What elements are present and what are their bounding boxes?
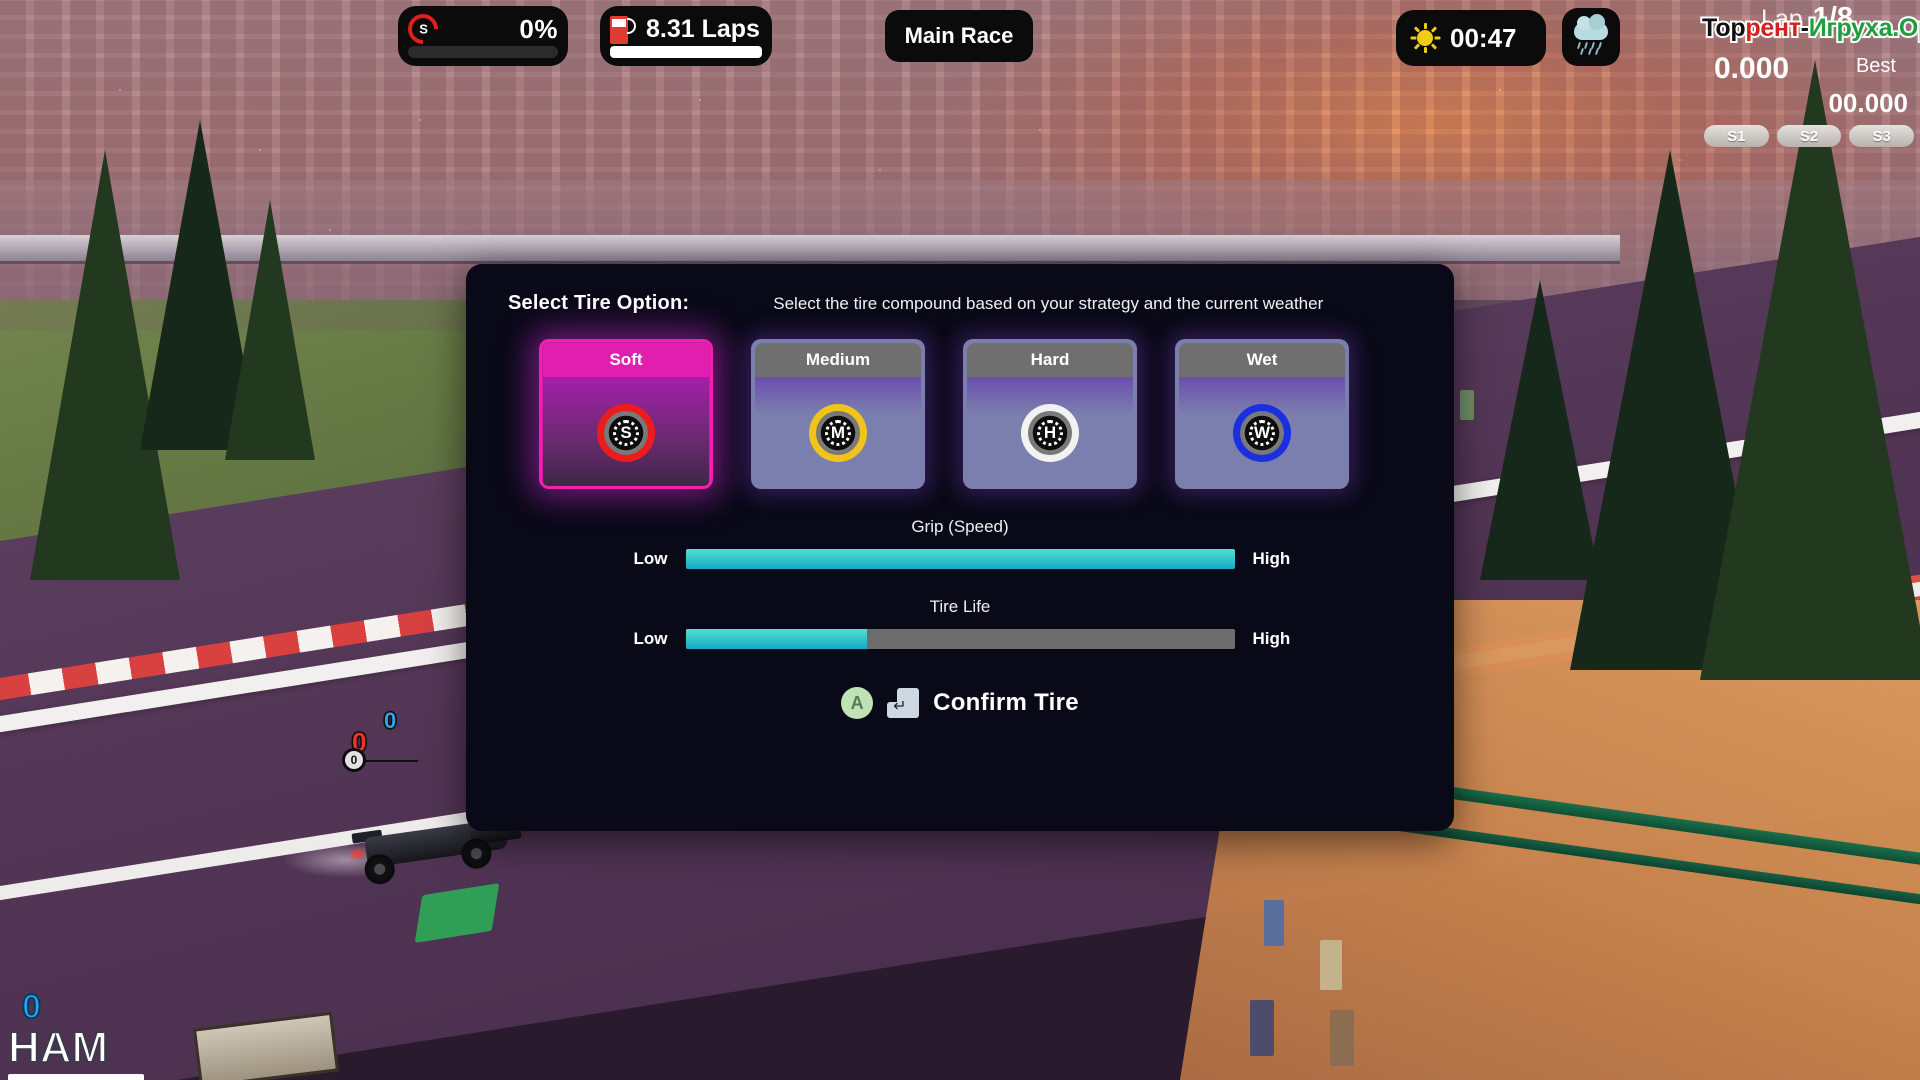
dialog-subtitle: Select the tire compound based on your s… — [773, 294, 1324, 313]
fuel-pump-icon — [610, 14, 636, 44]
crowd-person — [1264, 900, 1284, 946]
tire-compound-letter: M — [825, 420, 851, 446]
car-tail-light — [347, 845, 368, 863]
driver-position: 0 — [21, 988, 42, 1026]
tire-option-medium[interactable]: Medium M — [751, 339, 925, 489]
grip-gauge-fill — [685, 549, 1235, 569]
track-marker-line — [362, 760, 418, 762]
driver-tag: 0 HAM — [7, 988, 144, 1080]
track-marker-blue: 0 — [382, 707, 397, 735]
confirm-tire-button[interactable]: A ↵ Confirm Tire — [466, 687, 1454, 719]
driver-bar — [8, 1074, 144, 1080]
tire-option-hard[interactable]: Hard H — [963, 339, 1137, 489]
tire-life-gauge: Tire Life Low High — [466, 597, 1454, 649]
fuel-chip: 8.31 Laps — [600, 6, 772, 66]
crowd-person — [1250, 1000, 1274, 1056]
tire-option-label: Soft — [543, 343, 709, 377]
dialog-title: Select Tire Option: — [508, 292, 690, 314]
watermark-part-1: Тор — [1700, 12, 1748, 44]
tire-wear-bar — [408, 46, 558, 58]
grip-gauge-label: Grip (Speed) — [911, 517, 1009, 536]
tire-option-body: S — [543, 377, 709, 486]
watermark-part-3: - — [1799, 12, 1811, 44]
tire-wear-value: 0% — [519, 13, 558, 44]
session-timer-chip: 00:47 — [1396, 10, 1546, 66]
tire-wear-chip: S 0% — [398, 6, 568, 66]
tire-compound-icon-wet: W — [1233, 404, 1291, 462]
tire-life-gauge-high: High — [1252, 629, 1291, 648]
tire-life-gauge-track — [685, 629, 1235, 649]
sun-icon — [1410, 23, 1441, 53]
tire-option-body: H — [967, 377, 1133, 489]
crowd-person — [1330, 1010, 1354, 1066]
fuel-row: 8.31 Laps — [610, 12, 762, 46]
tire-wear-letter: S — [418, 21, 428, 37]
tire-option-body: W — [1179, 377, 1345, 489]
tire-wear-gauge-icon: S — [401, 7, 445, 51]
driver-code: HAM — [7, 1023, 109, 1072]
sector-badges: S1 S2 S3 — [1700, 125, 1915, 147]
session-timer-value: 00:47 — [1450, 22, 1517, 53]
tire-option-label: Hard — [967, 343, 1133, 377]
tire-compound-letter: H — [1037, 420, 1063, 446]
session-label: Main Race — [904, 23, 1014, 48]
tire-life-gauge-fill — [685, 629, 867, 649]
track-marker-ring: 0 — [342, 748, 366, 772]
enter-key-icon: ↵ — [887, 688, 920, 718]
crowd-person — [1320, 940, 1342, 990]
tire-compound-letter: W — [1249, 420, 1275, 446]
watermark-part-4: Игруха.Орг — [1807, 12, 1920, 44]
rain-cloud-icon — [1572, 14, 1610, 56]
gamepad-a-button-icon: A — [841, 687, 874, 719]
tire-compound-letter: S — [613, 420, 639, 446]
grip-gauge-row: Low High — [466, 549, 1454, 569]
tire-option-soft[interactable]: Soft S — [539, 339, 713, 489]
fuel-bar — [610, 46, 762, 58]
overpass-bridge — [0, 235, 1620, 261]
tire-option-body: M — [755, 377, 921, 489]
tire-selection-dialog: Select Tire Option: Select the tire comp… — [466, 264, 1454, 831]
tire-life-gauge-row: Low High — [466, 629, 1454, 649]
grip-gauge: Grip (Speed) Low High — [466, 517, 1454, 569]
tire-options-list: Soft S Medium M Hard H Wet W — [466, 315, 1454, 489]
tire-option-wet[interactable]: Wet W — [1175, 339, 1349, 489]
session-chip: Main Race — [885, 10, 1033, 62]
site-watermark: Торрент-Игруха.Орг — [1700, 12, 1920, 44]
weather-chip — [1562, 8, 1620, 66]
tire-compound-icon-medium: M — [809, 404, 867, 462]
grip-gauge-track — [685, 549, 1235, 569]
best-lap-time: 00.000 — [1828, 88, 1908, 118]
tire-wear-row: S 0% — [401, 7, 558, 51]
tire-option-label: Medium — [755, 343, 921, 377]
sector-badge-s1: S1 — [1704, 125, 1769, 147]
sector-badge-s2: S2 — [1776, 125, 1842, 147]
tire-compound-icon-soft: S — [597, 404, 655, 462]
dialog-header: Select Tire Option: Select the tire comp… — [466, 264, 1454, 315]
grip-gauge-low: Low — [633, 549, 668, 568]
tire-compound-icon-hard: H — [1021, 404, 1079, 462]
crowd-person — [1460, 390, 1474, 420]
confirm-tire-label: Confirm Tire — [933, 689, 1079, 716]
sector-badge-s3: S3 — [1849, 125, 1915, 147]
tire-life-gauge-label: Tire Life — [929, 597, 991, 616]
fuel-laps-value: 8.31 Laps — [646, 14, 760, 43]
grip-gauge-high: High — [1252, 549, 1291, 568]
tire-life-gauge-low: Low — [633, 629, 668, 648]
tire-option-label: Wet — [1179, 343, 1345, 377]
watermark-part-2: рент — [1743, 12, 1803, 44]
